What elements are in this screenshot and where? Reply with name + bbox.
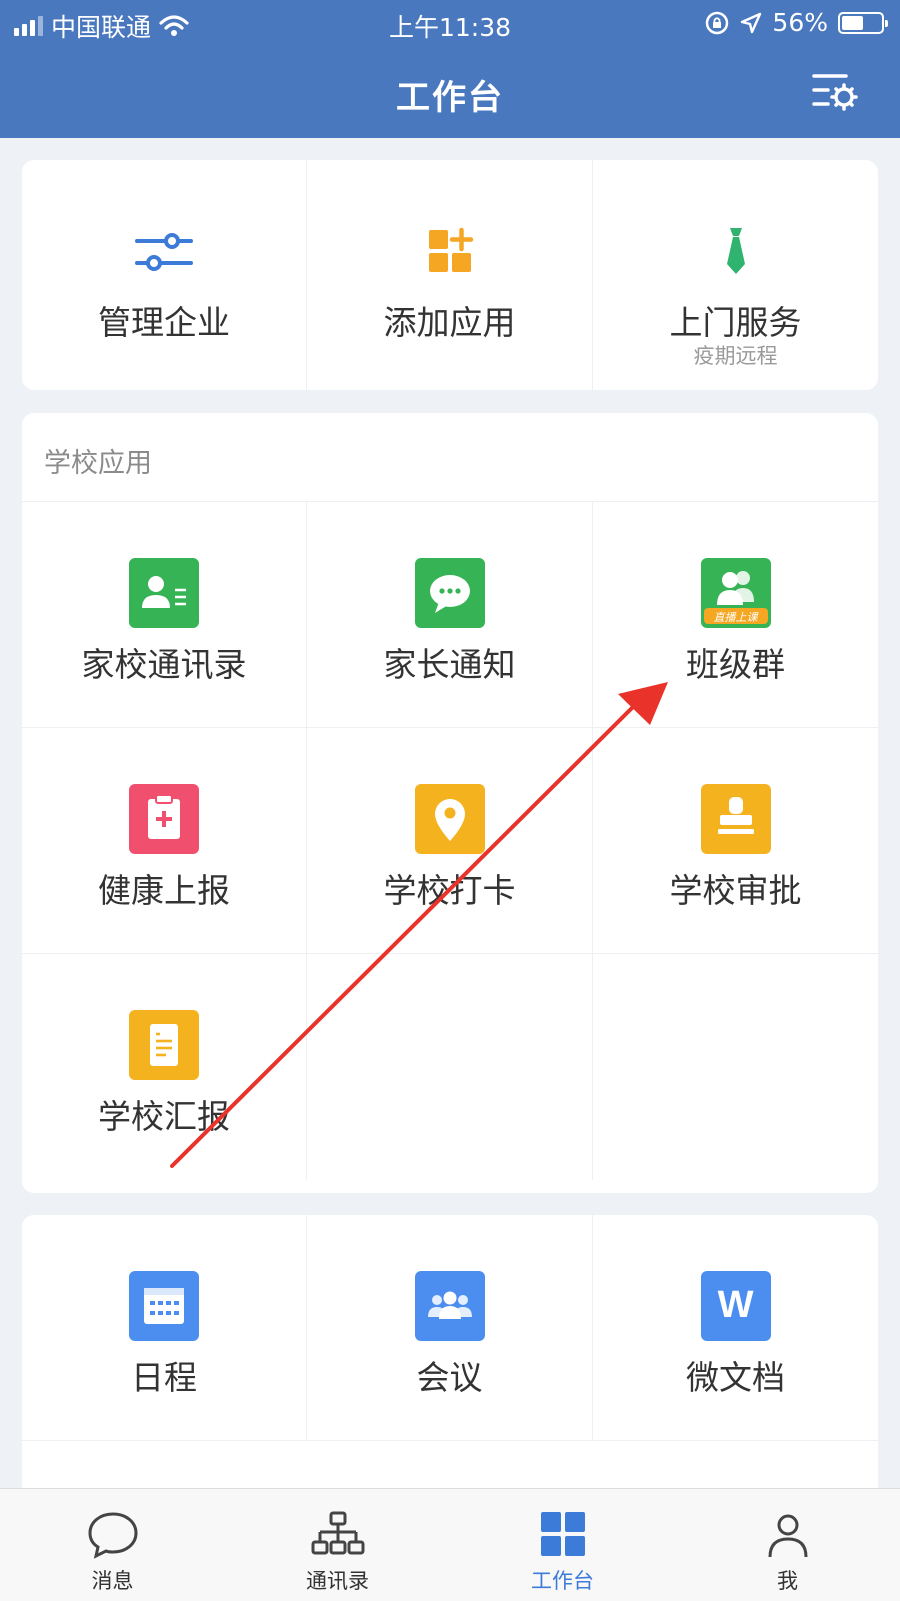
location-arrow-icon <box>741 12 762 33</box>
app-label: 微文档 <box>686 1358 785 1397</box>
school-report-app[interactable]: 学校汇报 <box>22 954 307 1180</box>
calendar-icon <box>129 1271 199 1341</box>
meeting-app[interactable]: 会议 <box>307 1215 593 1441</box>
home-service-label: 上门服务 <box>669 303 802 342</box>
location-pin-icon <box>414 784 485 854</box>
word-doc-icon: W <box>700 1271 771 1341</box>
chat-bubble-icon <box>414 558 485 628</box>
contact-card-icon <box>129 558 199 628</box>
home-service-button[interactable]: 上门服务 疫期远程 <box>593 160 878 390</box>
tab-label: 工作台 <box>531 1569 594 1593</box>
battery-percentage: 56% <box>772 8 828 37</box>
class-group-app[interactable]: 直播上课 班级群 <box>593 502 878 728</box>
status-bar: 中国联通 上午11:38 56% <box>0 0 900 46</box>
tab-label: 消息 <box>91 1569 134 1593</box>
add-grid-icon <box>415 216 485 286</box>
live-class-badge: 直播上课 <box>713 611 758 624</box>
app-label: 班级群 <box>686 645 785 684</box>
list-settings-button[interactable] <box>812 70 860 114</box>
home-service-sublabel: 疫期远程 <box>693 344 778 368</box>
school-approval-app[interactable]: 学校审批 <box>593 728 878 954</box>
tab-contacts[interactable]: 通讯录 <box>225 1489 450 1601</box>
app-label: 学校打卡 <box>383 871 516 910</box>
section-title: 学校应用 <box>44 448 152 479</box>
empty-cell <box>307 954 593 1180</box>
profile-icon <box>768 1514 807 1558</box>
document-icon <box>129 1010 199 1080</box>
sliders-icon <box>129 216 199 286</box>
group-live-icon: 直播上课 <box>700 558 771 628</box>
app-label: 日程 <box>131 1358 197 1397</box>
org-chart-icon <box>311 1511 364 1555</box>
app-label: 家校通讯录 <box>81 645 247 684</box>
empty-cell <box>593 954 878 1180</box>
workbench-grid-icon <box>540 1512 585 1556</box>
top-app-bar: 中国联通 上午11:38 56% 工作台 <box>0 0 900 138</box>
school-checkin-app[interactable]: 学校打卡 <box>307 728 593 954</box>
battery-icon <box>838 11 888 34</box>
tab-label: 通讯录 <box>306 1569 369 1593</box>
meeting-icon <box>414 1271 485 1341</box>
micro-doc-app[interactable]: W 微文档 <box>593 1215 878 1441</box>
clipboard-plus-icon <box>129 784 199 854</box>
tab-me[interactable]: 我 <box>675 1489 900 1601</box>
message-icon <box>87 1512 138 1559</box>
add-app-button[interactable]: 添加应用 <box>307 160 593 390</box>
manage-enterprise-button[interactable]: 管理企业 <box>22 160 307 390</box>
tab-messages[interactable]: 消息 <box>0 1489 225 1601</box>
app-label: 健康上报 <box>98 871 230 910</box>
app-label: 学校审批 <box>669 871 802 910</box>
rotation-lock-icon <box>706 11 729 34</box>
health-report-app[interactable]: 健康上报 <box>22 728 307 954</box>
schedule-app[interactable]: 日程 <box>22 1215 307 1441</box>
quick-actions-card: 管理企业 添加应用 上门服务 疫期远程 <box>22 160 878 390</box>
parent-notice-app[interactable]: 家长通知 <box>307 502 593 728</box>
manage-enterprise-label: 管理企业 <box>98 303 230 342</box>
office-apps-card: 日程 会议 W 微文档 <box>22 1215 878 1515</box>
tab-workbench[interactable]: 工作台 <box>450 1489 675 1601</box>
list-settings-icon <box>812 74 858 111</box>
app-label: 会议 <box>416 1358 483 1397</box>
school-apps-card: 学校应用 家校通讯录 家长通知 直播上课 班级群 健康上报 学校打卡 学校审批 … <box>22 413 878 1193</box>
app-label: 家长通知 <box>383 645 516 684</box>
page-title: 工作台 <box>396 78 504 118</box>
add-app-label: 添加应用 <box>383 303 516 342</box>
stamp-icon <box>700 784 771 854</box>
tie-icon <box>701 216 771 286</box>
school-contacts-app[interactable]: 家校通讯录 <box>22 502 307 728</box>
bottom-tab-bar: 消息 通讯录 工作台 我 <box>0 1488 900 1601</box>
word-doc-glyph: W <box>717 1284 754 1326</box>
app-label: 学校汇报 <box>98 1097 230 1136</box>
tab-label: 我 <box>777 1569 798 1593</box>
